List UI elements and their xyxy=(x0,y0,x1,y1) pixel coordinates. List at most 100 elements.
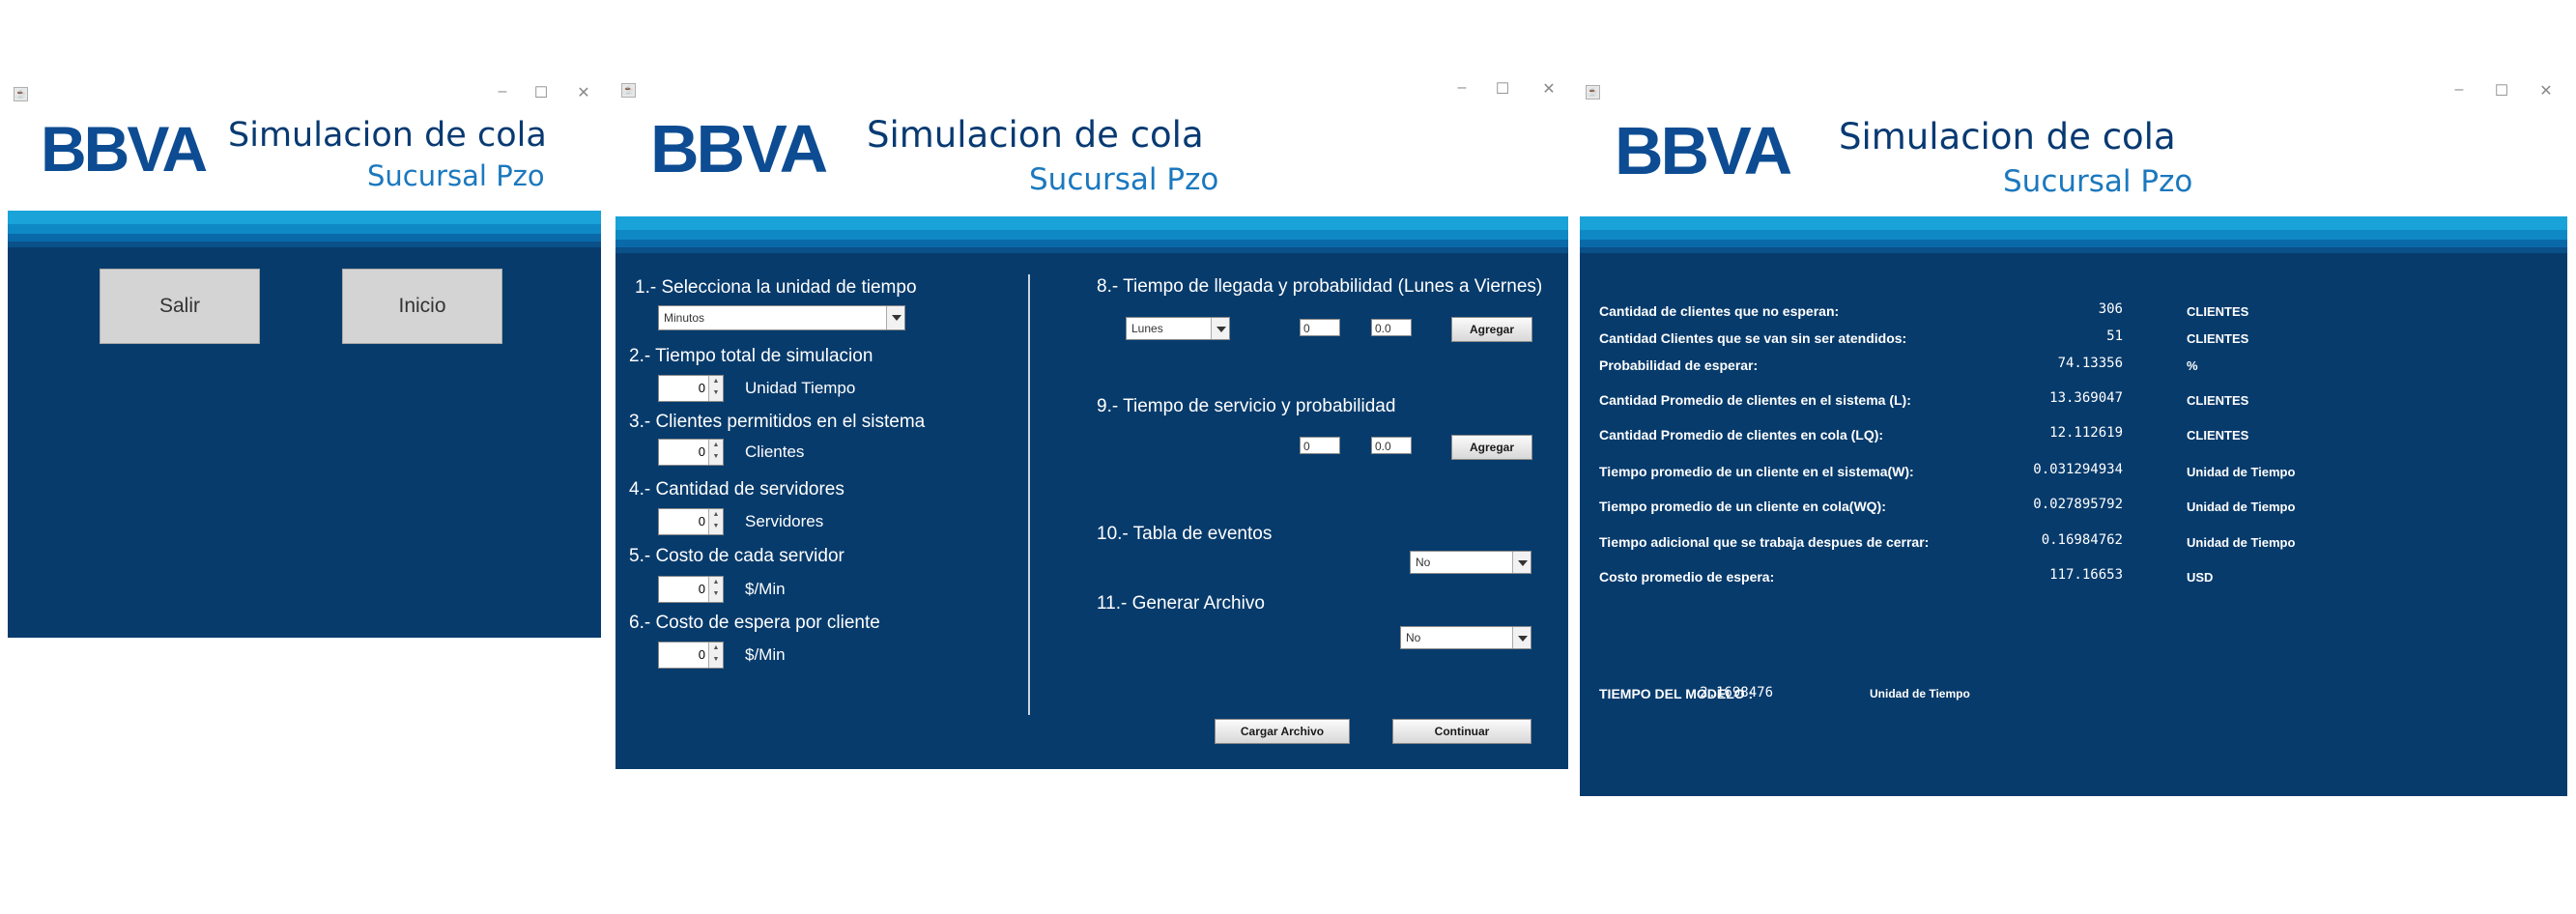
spinner-arrows-icon[interactable]: ▲ ▼ xyxy=(708,577,723,602)
q2-unit: Unidad Tiempo xyxy=(745,379,856,397)
events-table-select[interactable]: No xyxy=(1410,551,1531,574)
header-bands xyxy=(615,216,1568,253)
load-file-button[interactable]: Cargar Archivo xyxy=(1215,719,1350,744)
chevron-down-icon[interactable] xyxy=(1211,318,1229,339)
q3-label: 3.- Clientes permitidos en el sistema xyxy=(629,412,926,432)
service-prob-input[interactable]: 0.0 xyxy=(1371,437,1412,454)
day-select[interactable]: Lunes xyxy=(1126,317,1230,340)
bbva-logo-mark: BBVA xyxy=(41,119,209,177)
spinner-arrows-icon[interactable]: ▲ ▼ xyxy=(708,440,723,465)
q2-label: 2.- Tiempo total de simulacion xyxy=(629,346,873,366)
q8-label: 8.- Tiempo de llegada y probabilidad (Lu… xyxy=(1097,276,1543,297)
time-unit-select[interactable]: Minutos xyxy=(658,305,905,330)
result-label: Cantidad de clientes que no esperan: xyxy=(1599,303,1840,319)
service-time-input[interactable]: 0 xyxy=(1300,437,1340,454)
logo-text: BBVA xyxy=(1615,118,1791,180)
model-time-unit: Unidad de Tiempo xyxy=(1870,687,1970,700)
result-label: Tiempo promedio de un cliente en el sist… xyxy=(1599,464,1914,479)
result-label: Cantidad Promedio de clientes en cola (L… xyxy=(1599,427,1884,443)
result-label: Cantidad Clientes que se van sin ser ate… xyxy=(1599,330,1907,346)
arrival-prob-input[interactable]: 0.0 xyxy=(1371,319,1412,336)
result-value: 0.031294934 xyxy=(2033,462,2123,477)
java-app-icon: ☕ xyxy=(14,87,28,101)
chevron-down-icon[interactable] xyxy=(1512,552,1531,573)
minimize-icon[interactable]: – xyxy=(1452,79,1472,97)
minimize-icon[interactable]: – xyxy=(2449,81,2469,99)
result-unit: CLIENTES xyxy=(2187,331,2249,346)
close-icon[interactable]: ✕ xyxy=(2536,81,2556,100)
window-results: ☕ – ☐ ✕ BBVA Simulacion de cola Sucursal… xyxy=(1580,75,2567,796)
result-unit: Unidad de Tiempo xyxy=(2187,500,2296,514)
menu-panel: Salir Inicio xyxy=(8,247,601,638)
q11-label: 11.- Generar Archivo xyxy=(1097,593,1265,614)
spinner-arrows-icon[interactable]: ▲ ▼ xyxy=(708,643,723,668)
spinner-value: 0 xyxy=(698,444,705,459)
maximize-icon[interactable]: ☐ xyxy=(531,83,551,102)
generate-file-select[interactable]: No xyxy=(1400,626,1531,649)
q4-label: 4.- Cantidad de servidores xyxy=(629,479,844,500)
model-time-value: 2.1698476 xyxy=(1700,685,1773,700)
close-icon[interactable]: ✕ xyxy=(1539,79,1559,99)
arrival-time-input[interactable]: 0 xyxy=(1300,319,1340,336)
result-value: 306 xyxy=(2098,301,2123,317)
maximize-icon[interactable]: ☐ xyxy=(1493,79,1512,99)
time-unit-value: Minutos xyxy=(664,311,705,325)
q10-label: 10.- Tabla de eventos xyxy=(1097,524,1273,544)
minimize-icon[interactable]: – xyxy=(493,83,512,100)
spinner-value: 0 xyxy=(698,381,705,395)
q5-label: 5.- Costo de cada servidor xyxy=(629,546,844,566)
salir-button[interactable]: Salir xyxy=(100,269,260,344)
result-unit: Unidad de Tiempo xyxy=(2187,535,2296,550)
continue-button[interactable]: Continuar xyxy=(1392,719,1531,744)
q5-unit: $/Min xyxy=(745,580,786,598)
close-icon[interactable]: ✕ xyxy=(574,83,593,102)
add-service-button[interactable]: Agregar xyxy=(1451,435,1532,460)
wait-cost-spinner[interactable]: 0 ▲ ▼ xyxy=(658,642,724,669)
bbva-logo: BBVA xyxy=(650,116,853,178)
result-label: Tiempo promedio de un cliente en cola(WQ… xyxy=(1599,499,1886,514)
column-divider xyxy=(1028,274,1030,715)
spinner-value: 0 xyxy=(698,514,705,528)
simulation-time-spinner[interactable]: 0 ▲ ▼ xyxy=(658,375,724,402)
window-main-menu: ☕ – ☐ ✕ BBVA Simulacion de cola Sucursal… xyxy=(8,77,601,638)
result-label: Costo promedio de espera: xyxy=(1599,569,1775,585)
result-label: Cantidad Promedio de clientes en el sist… xyxy=(1599,392,1911,408)
title-bar: ☕ – ☐ ✕ xyxy=(8,77,601,112)
add-arrival-button[interactable]: Agregar xyxy=(1451,317,1532,342)
app-title: Simulacion de cola xyxy=(867,114,1204,156)
result-unit: CLIENTES xyxy=(2187,393,2249,408)
bbva-logo: BBVA xyxy=(41,119,216,177)
result-unit: USD xyxy=(2187,570,2214,585)
bbva-logo-mark: BBVA xyxy=(1615,118,1794,180)
config-panel: 1.- Selecciona la unidad de tiempo Minut… xyxy=(615,253,1568,769)
q1-label: 1.- Selecciona la unidad de tiempo xyxy=(635,277,917,298)
bbva-logo: BBVA xyxy=(1615,118,1819,180)
app-subtitle: Sucursal Pzo xyxy=(367,159,545,192)
spinner-arrows-icon[interactable]: ▲ ▼ xyxy=(708,376,723,401)
header-bands xyxy=(1580,216,2567,253)
result-value: 0.027895792 xyxy=(2033,497,2123,512)
spinner-value: 0 xyxy=(698,582,705,596)
window-config: ☕ – ☐ ✕ BBVA Simulacion de cola Sucursal… xyxy=(615,73,1568,769)
q6-label: 6.- Costo de espera por cliente xyxy=(629,613,880,633)
spinner-arrows-icon[interactable]: ▲ ▼ xyxy=(708,509,723,534)
chevron-down-icon[interactable] xyxy=(886,306,904,329)
inicio-button[interactable]: Inicio xyxy=(342,269,502,344)
result-value: 51 xyxy=(2106,328,2123,344)
servers-spinner[interactable]: 0 ▲ ▼ xyxy=(658,508,724,535)
result-value: 117.16653 xyxy=(2049,567,2123,583)
bbva-logo-mark: BBVA xyxy=(650,116,830,178)
result-unit: % xyxy=(2187,358,2198,373)
title-bar: ☕ – ☐ ✕ xyxy=(1580,75,2567,110)
q9-label: 9.- Tiempo de servicio y probabilidad xyxy=(1097,396,1396,416)
clients-allowed-spinner[interactable]: 0 ▲ ▼ xyxy=(658,439,724,466)
result-unit: Unidad de Tiempo xyxy=(2187,465,2296,479)
events-table-value: No xyxy=(1416,556,1431,569)
header-bands xyxy=(8,211,601,247)
result-value: 13.369047 xyxy=(2049,390,2123,406)
maximize-icon[interactable]: ☐ xyxy=(2492,81,2511,100)
server-cost-spinner[interactable]: 0 ▲ ▼ xyxy=(658,576,724,603)
chevron-down-icon[interactable] xyxy=(1512,627,1531,648)
result-value: 12.112619 xyxy=(2049,425,2123,441)
spinner-value: 0 xyxy=(698,647,705,662)
